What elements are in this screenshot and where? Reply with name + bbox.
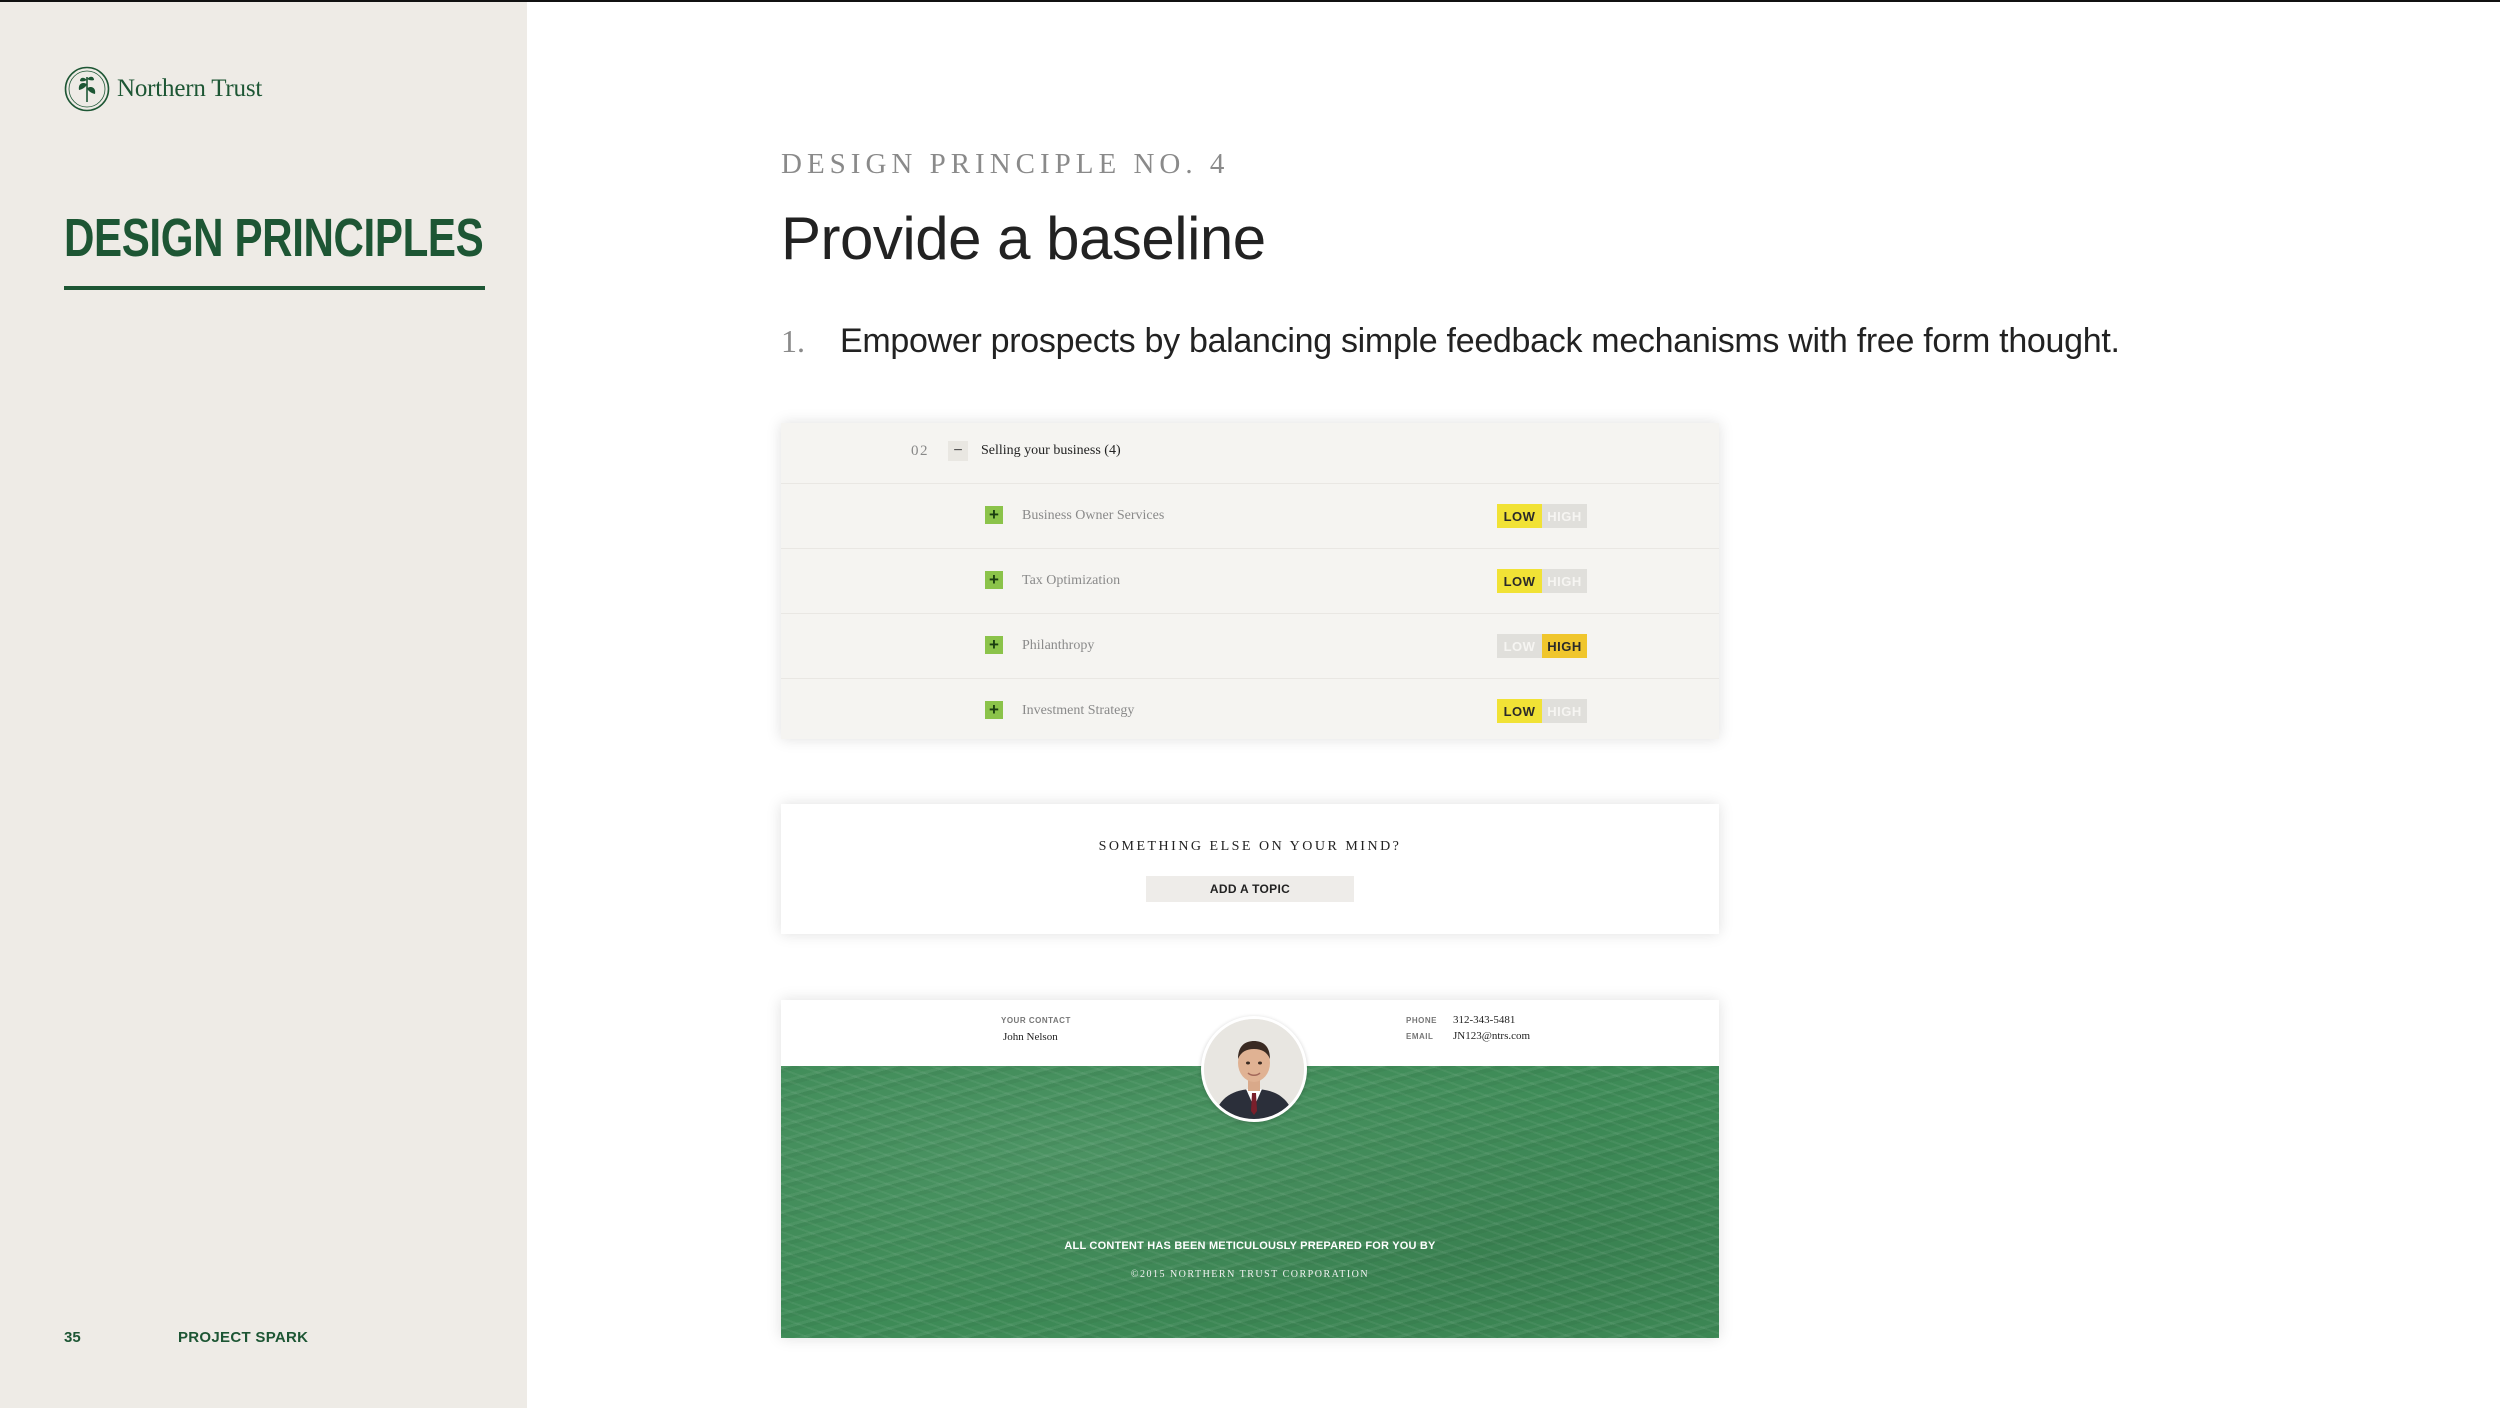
priority-toggle: LOW HIGH — [1497, 504, 1587, 528]
topic-row: + Philanthropy LOW HIGH — [781, 613, 1719, 679]
phone-value[interactable]: 312-343-5481 — [1453, 1014, 1515, 1026]
add-topic-prompt: SOMETHING ELSE ON YOUR MIND? — [1098, 839, 1402, 854]
contact-name: John Nelson — [1003, 1031, 1058, 1043]
topic-section-title: Selling your business (4) — [981, 443, 1121, 458]
contact-card: YOUR CONTACT John Nelson PHONE 312-343-5… — [781, 1000, 1719, 1338]
page-title: Provide a baseline — [781, 205, 1266, 272]
point-text: Empower prospects by balancing simple fe… — [840, 322, 2120, 360]
section-number: 02 — [911, 443, 929, 459]
footer-copyright: ©2015 NORTHERN TRUST CORPORATION — [1130, 1269, 1370, 1280]
topics-card: 02 − Selling your business (4) + Busines… — [781, 423, 1719, 739]
brand-logo: Northern Trust — [64, 66, 262, 112]
topic-label: Tax Optimization — [1022, 573, 1121, 588]
plus-icon: + — [989, 570, 999, 589]
footer-credit: ALL CONTENT HAS BEEN METICULOUSLY PREPAR… — [1064, 1240, 1436, 1252]
avatar — [1201, 1016, 1307, 1122]
add-topic-plus-button[interactable]: + — [985, 636, 1003, 654]
sidebar: Northern Trust DESIGN PRINCIPLES 35 PROJ… — [0, 2, 527, 1408]
email-value[interactable]: JN123@ntrs.com — [1453, 1030, 1530, 1042]
topic-section-header[interactable]: 02 − Selling your business (4) — [781, 423, 1719, 483]
priority-low-option[interactable]: LOW — [1497, 504, 1542, 528]
add-topic-card: SOMETHING ELSE ON YOUR MIND? ADD A TOPIC — [781, 804, 1719, 934]
priority-low-option[interactable]: LOW — [1497, 699, 1542, 723]
brand-name: Northern Trust — [117, 75, 263, 102]
plus-icon: + — [989, 635, 999, 654]
email-label: EMAIL — [1406, 1032, 1434, 1041]
topic-row: + Tax Optimization LOW HIGH — [781, 548, 1719, 614]
priority-high-option[interactable]: HIGH — [1542, 699, 1587, 723]
northern-trust-seal-icon — [64, 66, 110, 112]
advisor-portrait — [1204, 1019, 1304, 1119]
plus-icon: + — [989, 505, 999, 524]
priority-high-option[interactable]: HIGH — [1542, 569, 1587, 593]
topic-row: + Business Owner Services LOW HIGH — [781, 483, 1719, 549]
topic-label: Investment Strategy — [1022, 703, 1135, 718]
point-number: 1. — [781, 323, 805, 359]
add-topic-plus-button[interactable]: + — [985, 701, 1003, 719]
priority-high-option[interactable]: HIGH — [1542, 504, 1587, 528]
priority-low-option[interactable]: LOW — [1497, 569, 1542, 593]
section-title: DESIGN PRINCIPLES — [64, 208, 484, 268]
add-topic-plus-button[interactable]: + — [985, 571, 1003, 589]
collapse-button[interactable]: − — [948, 441, 968, 461]
minus-icon: − — [953, 442, 963, 459]
phone-label: PHONE — [1406, 1016, 1437, 1025]
priority-toggle: LOW HIGH — [1497, 699, 1587, 723]
section-title-underline — [64, 286, 485, 290]
add-topic-plus-button[interactable]: + — [985, 506, 1003, 524]
priority-high-option[interactable]: HIGH — [1542, 634, 1587, 658]
topic-label: Business Owner Services — [1022, 508, 1165, 523]
contact-label: YOUR CONTACT — [1001, 1016, 1071, 1025]
plus-icon: + — [989, 700, 999, 719]
page-number: 35 — [64, 1329, 81, 1346]
topic-label: Philanthropy — [1022, 638, 1095, 653]
add-topic-button[interactable]: ADD A TOPIC — [1146, 876, 1354, 902]
priority-toggle: LOW HIGH — [1497, 569, 1587, 593]
topic-row: + Investment Strategy LOW HIGH — [781, 678, 1719, 744]
principle-point: 1. Empower prospects by balancing simple… — [781, 322, 2120, 361]
priority-low-option[interactable]: LOW — [1497, 634, 1542, 658]
principle-eyebrow: DESIGN PRINCIPLE NO. 4 — [781, 148, 1230, 180]
priority-toggle: LOW HIGH — [1497, 634, 1587, 658]
project-name: PROJECT SPARK — [178, 1329, 309, 1346]
